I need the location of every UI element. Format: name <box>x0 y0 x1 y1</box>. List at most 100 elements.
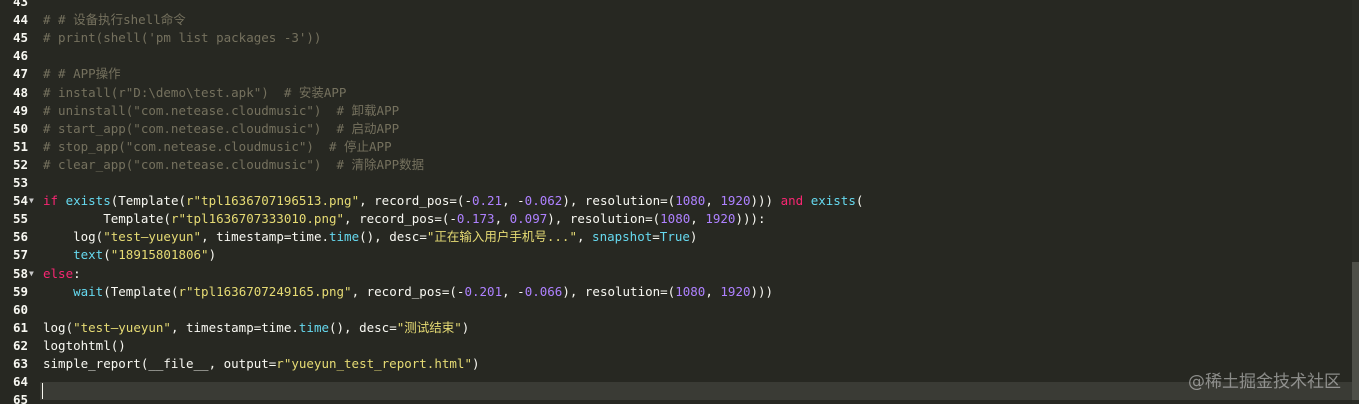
code-line[interactable]: 61 log("test—yueyun", timestamp=time.time… <box>0 319 1359 337</box>
code-text: log("test—yueyun", timestamp=time.time()… <box>43 228 697 246</box>
code-token: = <box>652 229 660 245</box>
code-line[interactable]: 63 simple_report(__file__, output=r"yueyu… <box>0 355 1359 373</box>
code-text: if exists(Template(r"tpl1636707196513.pn… <box>43 192 863 210</box>
code-token: snapshot <box>592 229 653 245</box>
code-token: (), desc= <box>359 229 427 245</box>
code-line[interactable]: 56 log("test—yueyun", timestamp=time.tim… <box>0 228 1359 246</box>
code-token: # print(shell('pm list packages -3')) <box>43 30 322 46</box>
code-token: r"tpl1636707196513.png" <box>186 193 360 209</box>
code-token: Template( <box>43 211 171 227</box>
code-text: # install(r"D:\demo\test.apk") # 安装APP <box>43 84 346 102</box>
code-token: 0.066 <box>524 283 563 299</box>
vertical-scrollbar[interactable] <box>1352 0 1359 404</box>
scrollbar-thumb[interactable] <box>1352 262 1359 400</box>
code-token: # # 设备执行shell命令 <box>43 12 186 28</box>
code-token: ))): <box>735 211 766 227</box>
code-text: simple_report(__file__, output=r"yueyun_… <box>43 355 480 373</box>
code-token: 1080 <box>660 211 691 227</box>
code-line[interactable]: 49 # uninstall("com.netease.cloudmusic") … <box>0 102 1359 120</box>
code-text: Template(r"tpl1636707333010.png", record… <box>43 210 766 228</box>
code-line[interactable]: 45 # print(shell('pm list packages -3')) <box>0 29 1359 47</box>
code-token: , record_pos=(- <box>359 193 472 209</box>
code-line[interactable]: 57 text("18915801806") <box>0 246 1359 264</box>
code-token: r"tpl1636707333010.png" <box>170 211 345 227</box>
code-line[interactable]: 48 # install(r"D:\demo\test.apk") # 安装APP <box>0 84 1359 102</box>
line-number: 52 <box>12 156 28 172</box>
code-token: , record_pos=(- <box>344 211 457 227</box>
code-line[interactable]: 54 ▼ if exists(Template(r"tpl1636707196513… <box>0 192 1359 210</box>
code-token: ), resolution=( <box>547 211 661 227</box>
code-token: r"tpl1636707249165.png" <box>178 283 352 299</box>
code-token: ))) <box>750 193 781 209</box>
code-editor[interactable]: 43 44 # # 设备执行shell命令 45 # print(shell('pm l… <box>0 0 1359 404</box>
code-line[interactable]: 51 # stop_app("com.netease.cloudmusic") #… <box>0 138 1359 156</box>
line-number: 47 <box>12 66 28 82</box>
code-text: logtohtml() <box>43 337 126 355</box>
code-token: , timestamp=time. <box>170 319 299 335</box>
code-line[interactable]: 65 <box>0 391 1359 404</box>
code-token: (Template( <box>110 193 186 209</box>
code-token: : <box>73 265 81 281</box>
code-token: log( <box>43 319 74 335</box>
code-token: if <box>43 193 66 209</box>
code-token: 1080 <box>675 283 706 299</box>
code-token: else <box>43 265 74 281</box>
code-token: exists <box>65 193 111 209</box>
code-token: simple_report(__file__, output= <box>43 356 277 371</box>
code-text: text("18915801806") <box>43 246 216 264</box>
code-line[interactable]: 64 <box>0 373 1359 391</box>
code-token: "测试结束" <box>396 319 462 335</box>
code-token: ) <box>208 247 217 263</box>
code-token: exists <box>810 193 856 209</box>
code-token: 1920 <box>720 283 751 299</box>
line-number: 58 <box>12 265 28 281</box>
code-line[interactable]: 43 <box>0 0 1359 11</box>
text-caret <box>42 383 43 399</box>
code-token: 0.201 <box>464 283 503 299</box>
line-number: 56 <box>12 229 28 245</box>
line-number: 50 <box>12 120 28 136</box>
code-token: ) <box>689 229 698 245</box>
line-number: 51 <box>12 138 28 154</box>
code-line[interactable]: 59 wait(Template(r"tpl1636707249165.png"… <box>0 283 1359 301</box>
code-token: ), resolution=( <box>562 193 676 209</box>
code-text: # # 设备执行shell命令 <box>43 11 186 29</box>
code-token: 0.062 <box>524 193 563 209</box>
code-text: # print(shell('pm list packages -3')) <box>43 29 321 47</box>
code-line[interactable]: 44 # # 设备执行shell命令 <box>0 11 1359 29</box>
fold-arrow-icon[interactable]: ▼ <box>29 192 39 210</box>
code-token: 1920 <box>705 211 736 227</box>
code-text: # stop_app("com.netease.cloudmusic") # 停… <box>43 138 392 156</box>
code-token: , <box>705 283 721 299</box>
code-token: 1080 <box>675 193 706 209</box>
code-token: ), resolution=( <box>562 283 676 299</box>
code-line[interactable]: 47 # # APP操作 <box>0 65 1359 83</box>
line-number: 63 <box>12 356 28 371</box>
code-token: "18915801806" <box>110 247 209 263</box>
code-token: (Template( <box>103 283 179 299</box>
line-number: 46 <box>12 48 28 64</box>
code-line[interactable]: 62 logtohtml() <box>0 337 1359 355</box>
code-text: wait(Template(r"tpl1636707249165.png", r… <box>43 283 773 301</box>
code-text: # clear_app("com.netease.cloudmusic") # … <box>43 156 424 174</box>
code-line[interactable]: 58 ▼ else: <box>0 265 1359 283</box>
code-token: # clear_app("com.netease.cloudmusic") # … <box>43 156 425 172</box>
code-token: 0.21 <box>471 193 503 209</box>
code-line[interactable]: 55 Template(r"tpl1636707333010.png", rec… <box>0 210 1359 228</box>
line-number: 44 <box>12 12 28 28</box>
code-line[interactable]: 50 # start_app("com.netease.cloudmusic") … <box>0 120 1359 138</box>
code-token: "test—yueyun" <box>73 319 171 335</box>
code-token: # stop_app("com.netease.cloudmusic") # 停… <box>43 138 392 154</box>
line-number: 54 <box>12 193 28 209</box>
code-token: True <box>659 229 690 245</box>
code-line[interactable]: 60 <box>0 301 1359 319</box>
line-number: 48 <box>12 84 28 100</box>
code-line[interactable]: 53 <box>0 174 1359 192</box>
code-token: "正在输入用户手机号..." <box>426 229 577 245</box>
fold-arrow-icon[interactable]: ▼ <box>29 265 39 283</box>
code-line[interactable]: 52 # clear_app("com.netease.cloudmusic") … <box>0 156 1359 174</box>
line-number: 61 <box>12 319 28 335</box>
code-token: ))) <box>750 283 774 299</box>
code-line[interactable]: 46 <box>0 47 1359 65</box>
